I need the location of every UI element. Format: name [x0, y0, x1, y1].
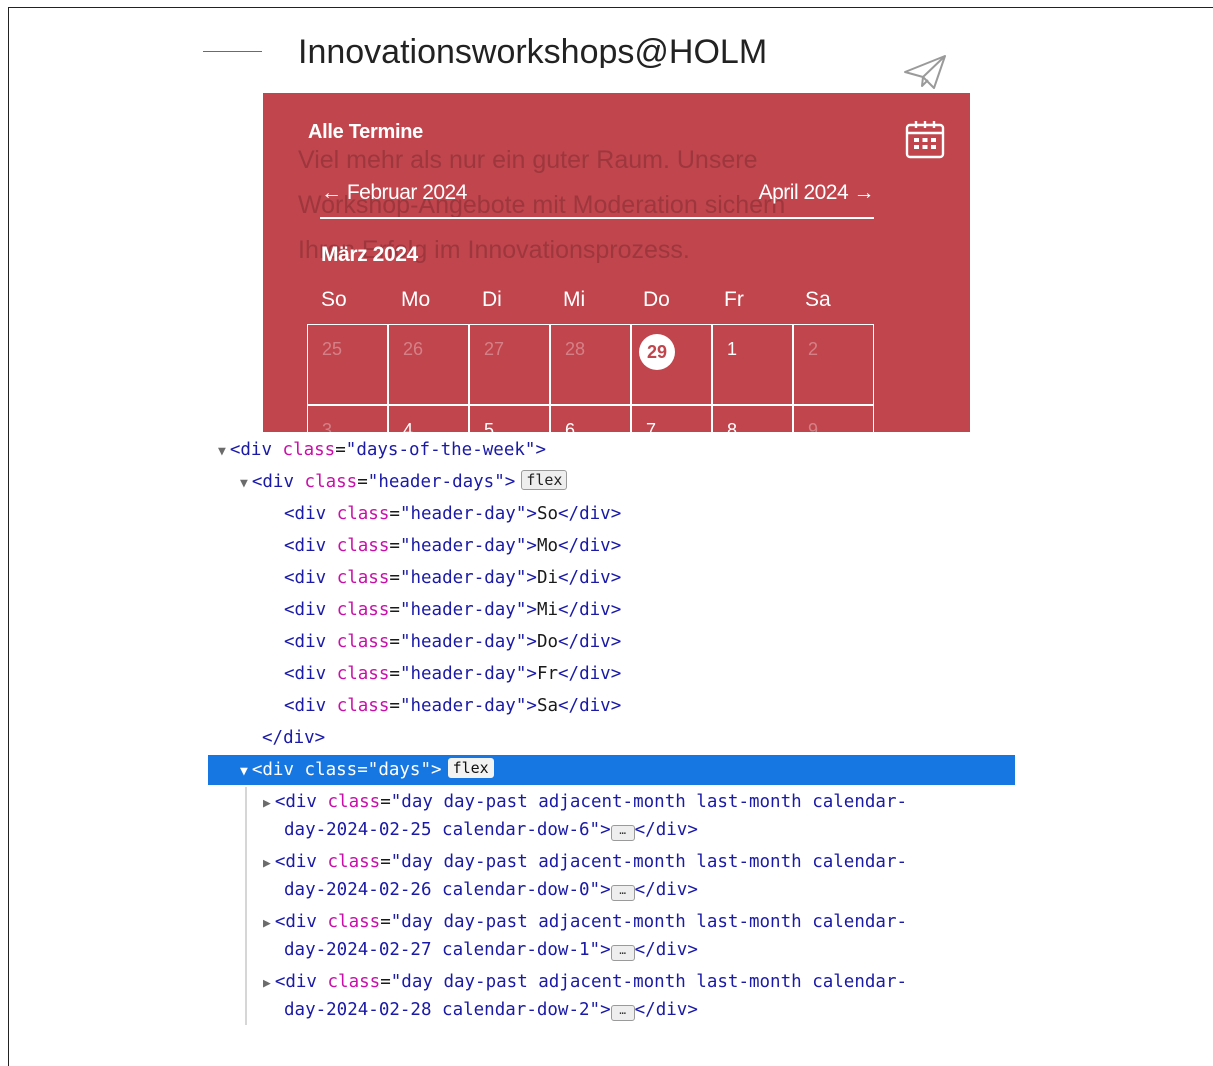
- paper-plane-icon[interactable]: [902, 52, 948, 92]
- day-number: 25: [322, 339, 343, 359]
- dom-node-header-day[interactable]: <div class="header-day">Di</div>: [284, 563, 621, 593]
- day-number: 8: [727, 420, 738, 432]
- calendar-day-cell[interactable]: 25: [307, 324, 388, 405]
- weekday-header: Mi: [563, 288, 586, 311]
- day-number: 1: [727, 339, 738, 359]
- calendar-grid: 25 26 27 28 29 1 2 3 4 5 6 7 8 9: [307, 324, 876, 432]
- nav-divider: [320, 217, 874, 219]
- collapsed-triangle-icon[interactable]: ▶: [263, 916, 271, 931]
- prev-month-link[interactable]: ← Februar 2024: [321, 181, 467, 205]
- calendar-day-cell[interactable]: 26: [388, 324, 469, 405]
- collapsed-triangle-icon[interactable]: ▶: [263, 856, 271, 871]
- calendar-day-cell[interactable]: 28: [550, 324, 631, 405]
- calendar-day-cell[interactable]: 8: [712, 405, 793, 432]
- ellipsis-badge[interactable]: …: [610, 1005, 635, 1021]
- weekday-header: Mo: [401, 288, 431, 311]
- collapsed-triangle-icon[interactable]: ▶: [263, 796, 271, 811]
- ellipsis-badge[interactable]: …: [610, 825, 635, 841]
- dom-node-header-day[interactable]: <div class="header-day">Fr</div>: [284, 659, 621, 689]
- tree-guide-line: [245, 787, 247, 1025]
- day-number: 2: [808, 339, 819, 359]
- calendar-day-cell[interactable]: 3: [307, 405, 388, 432]
- day-number: 26: [403, 339, 424, 359]
- dom-node-day-cont[interactable]: day-2024-02-25 calendar-dow-6">… </div>: [284, 815, 698, 845]
- calendar-day-cell[interactable]: 2: [793, 324, 874, 405]
- calendar-day-cell[interactable]: 27: [469, 324, 550, 405]
- weekday-header: Di: [482, 288, 502, 311]
- dom-node-day-cont[interactable]: day-2024-02-26 calendar-dow-0">… </div>: [284, 875, 698, 905]
- expand-triangle-icon[interactable]: ▼: [218, 444, 226, 459]
- collapsed-triangle-icon[interactable]: ▶: [263, 976, 271, 991]
- dom-node-header-day[interactable]: <div class="header-day">Mo</div>: [284, 531, 621, 561]
- dom-node-days-of-the-week[interactable]: ▼ <div class="days-of-the-week">: [218, 435, 546, 465]
- dom-node-header-day[interactable]: <div class="header-day">So</div>: [284, 499, 621, 529]
- dom-node-days-selected[interactable]: ▼ <div class="days"> flex: [208, 755, 1015, 785]
- dom-node-header-day[interactable]: <div class="header-day">Sa</div>: [284, 691, 621, 721]
- day-number: 4: [403, 420, 414, 432]
- dom-node-days[interactable]: ▼ <div class="days"> flex: [240, 755, 494, 785]
- calendar-day-cell[interactable]: 4: [388, 405, 469, 432]
- day-number: 9: [808, 420, 819, 432]
- calendar-day-cell[interactable]: 6: [550, 405, 631, 432]
- next-month-link[interactable]: April 2024 →: [759, 181, 875, 205]
- current-month-label: März 2024: [321, 243, 418, 266]
- dom-node-header-day[interactable]: <div class="header-day">Mi</div>: [284, 595, 621, 625]
- dom-node-day-cont[interactable]: day-2024-02-28 calendar-dow-2">… </div>: [284, 995, 698, 1025]
- dom-node-day[interactable]: ▶ <div class="day day-past adjacent-month…: [263, 967, 907, 997]
- page-heading: Innovationsworkshops@HOLM: [298, 33, 768, 68]
- dom-node-header-days[interactable]: ▼ <div class="header-days"> flex: [240, 467, 568, 497]
- dom-node-day-cont[interactable]: day-2024-02-27 calendar-dow-1">… </div>: [284, 935, 698, 965]
- dom-node-day[interactable]: ▶ <div class="day day-past adjacent-month…: [263, 847, 907, 877]
- expand-triangle-icon[interactable]: ▼: [240, 476, 248, 491]
- calendar-day-cell[interactable]: 1: [712, 324, 793, 405]
- day-number: 6: [565, 420, 576, 432]
- day-number: 3: [322, 420, 333, 432]
- ellipsis-badge[interactable]: …: [610, 945, 635, 961]
- flex-badge[interactable]: flex: [447, 758, 494, 778]
- calendar-icon[interactable]: [904, 118, 946, 160]
- dom-closing-tag[interactable]: </div>: [262, 723, 325, 753]
- calendar-title: Alle Termine: [308, 121, 423, 143]
- calendar-day-cell[interactable]: 7: [631, 405, 712, 432]
- calendar-day-cell[interactable]: 5: [469, 405, 550, 432]
- day-number: 27: [484, 339, 505, 359]
- calendar-day-cell[interactable]: 9: [793, 405, 874, 432]
- day-number: 7: [646, 420, 657, 432]
- day-number: 28: [565, 339, 586, 359]
- devtools-elements-panel: ▼ <div class="days-of-the-week"> ▼ <div cl…: [208, 432, 1028, 1032]
- today-badge: 29: [639, 334, 675, 370]
- weekday-header: Do: [643, 288, 670, 311]
- weekday-header: Sa: [805, 288, 831, 311]
- flex-badge[interactable]: flex: [521, 470, 568, 490]
- day-number: 5: [484, 420, 495, 432]
- calendar-day-cell-today[interactable]: 29: [631, 324, 712, 405]
- dom-node-header-day[interactable]: <div class="header-day">Do</div>: [284, 627, 621, 657]
- dom-node-day[interactable]: ▶ <div class="day day-past adjacent-month…: [263, 907, 907, 937]
- dom-node-day[interactable]: ▶ <div class="day day-past adjacent-month…: [263, 787, 907, 817]
- heading-accent-line: [203, 51, 262, 52]
- calendar-panel: Viel mehr als nur ein guter Raum. Unsere…: [263, 93, 970, 432]
- expand-triangle-icon[interactable]: ▼: [240, 764, 248, 779]
- ellipsis-badge[interactable]: …: [610, 885, 635, 901]
- weekday-header: Fr: [724, 288, 744, 311]
- weekday-header: So: [321, 288, 347, 311]
